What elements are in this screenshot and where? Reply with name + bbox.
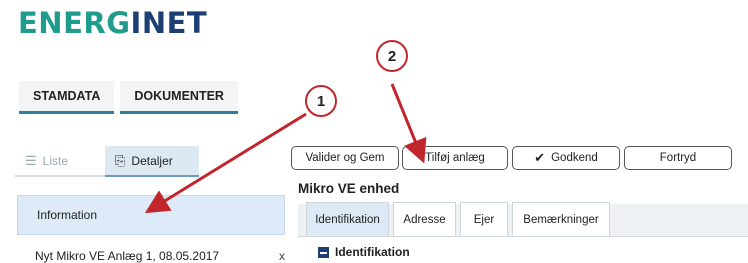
arrow-2	[390, 83, 427, 164]
callout-1: 1	[305, 85, 337, 117]
arrow-1	[144, 112, 307, 214]
annotation-arrows	[144, 83, 427, 214]
callout-2: 2	[376, 40, 408, 72]
